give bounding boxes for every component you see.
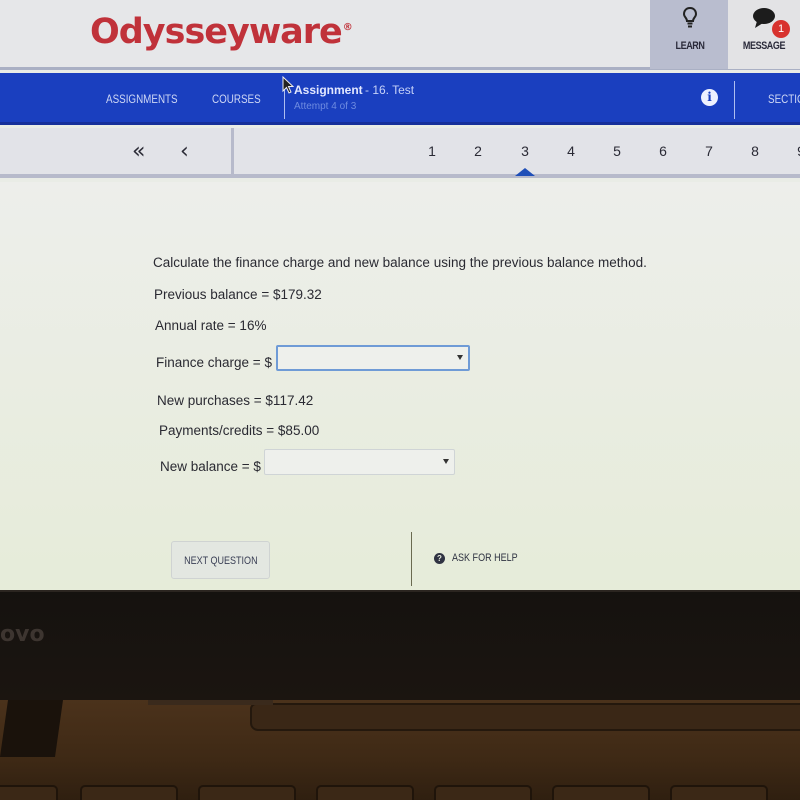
top-header: Odysseyware® LEARN 1 MESSAGE [0,0,800,70]
question-navigator: « ‹ 1 2 3 4 5 6 7 8 9 [0,128,800,178]
question-number-3[interactable]: 3 [515,143,535,159]
message-count-badge: 1 [772,20,790,38]
annual-rate: Annual rate = 16% [155,318,267,333]
lightbulb-icon [682,6,698,35]
nav-divider [734,81,735,119]
question-number-7[interactable]: 7 [699,143,719,159]
bezel-slit [148,700,273,705]
question-number-5[interactable]: 5 [607,143,627,159]
question-circle-icon: ? [434,552,445,564]
tab-message[interactable]: 1 MESSAGE [728,0,800,69]
ask-for-help-label: ASK FOR HELP [452,552,518,565]
next-question-label: NEXT QUESTION [183,555,258,567]
question-content: Calculate the finance charge and new bal… [0,182,800,590]
keyboard-key [434,785,532,800]
nav-courses[interactable]: COURSES [212,92,261,106]
attempt-counter: Attempt 4 of 3 [294,101,357,112]
question-number-9[interactable]: 9 [791,143,800,159]
question-number-6[interactable]: 6 [653,143,673,159]
ask-for-help-button[interactable]: ? ASK FOR HELP [434,552,532,564]
keyboard-row [0,785,800,800]
nav-assignments[interactable]: ASSIGNMENTS [106,92,178,106]
current-question-indicator [515,168,535,176]
first-question-icon[interactable]: « [132,139,145,164]
tab-learn-label: LEARN [675,40,705,52]
tab-message-label: MESSAGE [742,40,786,52]
previous-question-icon[interactable]: ‹ [180,139,189,164]
nav-section[interactable]: SECTION [768,92,800,106]
main-nav: ASSIGNMENTS COURSES Assignment - 16. Tes… [0,73,800,125]
question-number-4[interactable]: 4 [561,143,581,159]
mouse-cursor-icon [282,75,295,99]
next-question-button[interactable]: NEXT QUESTION [171,541,270,579]
keyboard-key [670,785,768,800]
question-number-1[interactable]: 1 [422,143,442,159]
dropdown-caret-icon [443,459,449,464]
question-nav-controls: « ‹ [0,128,234,174]
laptop-hinge [250,703,800,731]
info-icon[interactable]: i [701,89,718,106]
new-balance-select[interactable] [264,449,455,475]
action-divider [411,532,412,586]
new-balance-label: New balance = $ [160,459,261,474]
breadcrumb-subtitle: - 16. Test [365,83,415,97]
brand-logo[interactable]: Odysseyware® [90,12,353,52]
screen: Odysseyware® LEARN 1 MESSAGE ASSIGNMENTS… [0,0,800,590]
finance-charge-label: Finance charge = $ [156,355,272,370]
keyboard-key [80,785,178,800]
keyboard-key [316,785,414,800]
previous-balance: Previous balance = $179.32 [154,287,322,302]
dropdown-caret-icon [457,355,463,360]
keyboard-key [198,785,296,800]
new-purchases: New purchases = $117.42 [157,393,314,408]
registered-mark: ® [342,22,353,34]
tab-learn[interactable]: LEARN [650,0,730,69]
payments-credits: Payments/credits = $85.00 [159,423,320,438]
question-number-8[interactable]: 8 [745,143,765,159]
breadcrumb-title: Assignment [294,83,363,97]
laptop-hinge-left [0,695,64,757]
finance-charge-select[interactable] [276,345,470,371]
laptop-bezel: ovo [0,590,800,700]
brand-name: Odysseyware [90,12,343,52]
question-number-2[interactable]: 2 [468,143,488,159]
keyboard-key [552,785,650,800]
keyboard-key [0,785,58,800]
question-prompt: Calculate the finance charge and new bal… [153,255,647,270]
bezel-brand-logo: ovo [0,622,45,647]
